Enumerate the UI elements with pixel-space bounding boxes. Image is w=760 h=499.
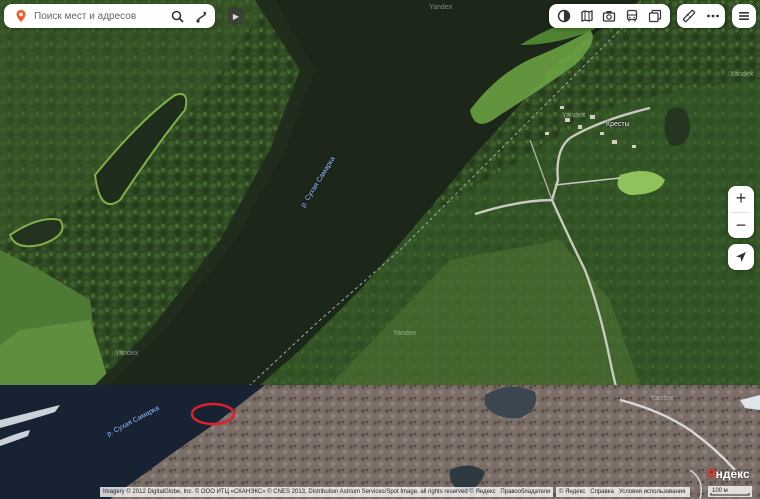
map-layers-button[interactable] (554, 6, 574, 26)
place-label: Кресты (606, 121, 630, 128)
help-link[interactable]: Справка (590, 487, 614, 497)
scale-label: 100 м (712, 488, 728, 494)
rights-holders-link[interactable]: Правообладатели (500, 489, 550, 495)
search-button[interactable] (168, 7, 186, 25)
more-button[interactable] (703, 6, 723, 26)
transport-icon (626, 9, 638, 22)
navigation-arrow-icon (736, 252, 746, 262)
copyright-link[interactable]: © Яндекс (559, 487, 585, 497)
zoom-out-button[interactable]: − (728, 213, 754, 239)
collapse-panel-button[interactable]: ▶ (228, 8, 244, 24)
map-watermark: Yandex (115, 350, 139, 357)
route-icon (195, 11, 206, 23)
map-watermark: Yandex (562, 112, 586, 119)
photo-icon (603, 11, 616, 22)
attribution-bar: Imagery © 2012 DigitalGlobe, Inc. © ООО … (100, 487, 553, 497)
terms-link[interactable]: Условия использования (619, 487, 686, 497)
photo-button[interactable] (599, 6, 619, 26)
panorama-button[interactable] (577, 6, 597, 26)
ruler-button[interactable] (679, 6, 699, 26)
zoom-control: + − (728, 186, 754, 238)
ruler-icon (682, 9, 696, 23)
route-button[interactable] (192, 7, 210, 25)
panorama-icon (581, 10, 593, 22)
map-watermark: Yandex (650, 395, 674, 402)
map-watermark: Yandex (393, 330, 417, 337)
search-input[interactable] (34, 6, 162, 26)
winter-imagery (0, 385, 760, 499)
zoom-in-button[interactable]: + (728, 186, 754, 212)
attribution-text: Imagery © 2012 DigitalGlobe, Inc. © ООО … (103, 489, 496, 495)
footer-links: © Яндекс Справка Условия использования (556, 487, 690, 497)
map-watermark: Yandex (429, 4, 453, 11)
layers-toolbar (549, 4, 670, 28)
transport-button[interactable] (622, 6, 642, 26)
location-pin-icon (16, 10, 26, 22)
summer-imagery (0, 0, 760, 385)
yandex-logo[interactable]: Яндекс (707, 467, 750, 481)
search-bar (4, 4, 215, 28)
more-icon (707, 14, 719, 18)
traffic-button[interactable] (645, 6, 665, 26)
map-watermark: Yandex (730, 71, 754, 78)
traffic-icon (648, 9, 661, 23)
geolocation-button[interactable] (728, 244, 754, 270)
menu-button[interactable] (732, 4, 756, 28)
triangle-right-icon: ▶ (232, 11, 240, 21)
satellite-map[interactable] (0, 0, 760, 499)
search-icon (171, 10, 184, 23)
map-layers-icon (558, 9, 571, 23)
tools-toolbar (677, 4, 725, 28)
menu-icon (739, 12, 749, 20)
